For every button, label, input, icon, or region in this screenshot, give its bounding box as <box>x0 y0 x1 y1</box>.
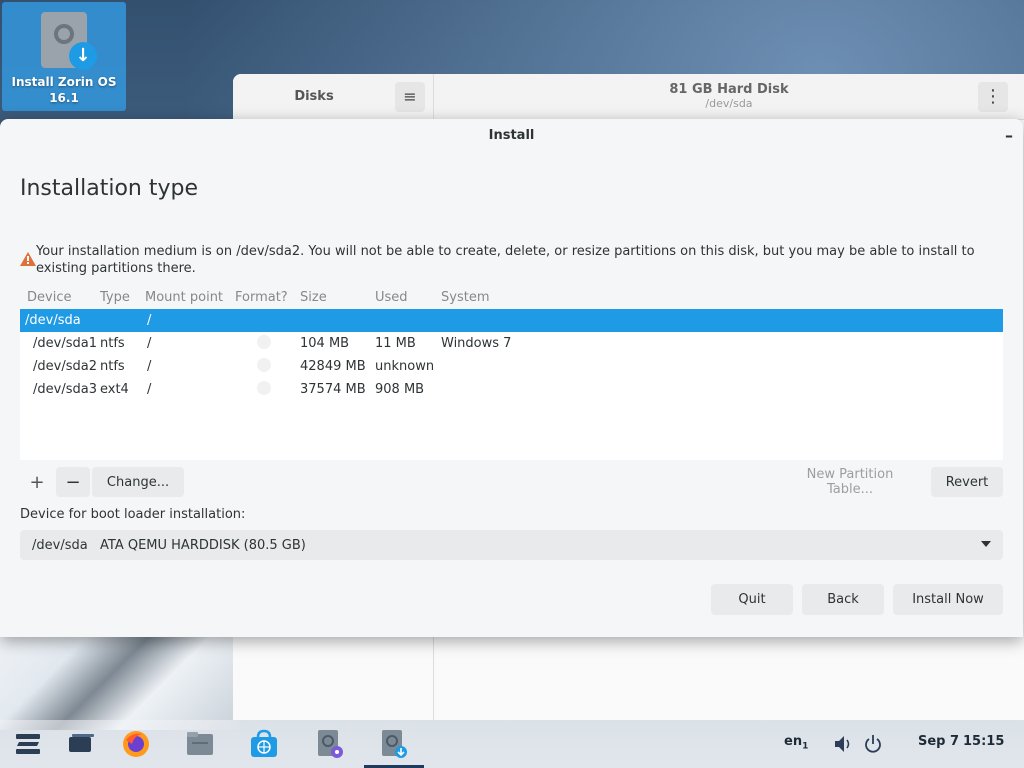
change-partition-button[interactable]: Change... <box>92 467 184 497</box>
format-checkbox[interactable] <box>257 357 271 372</box>
boot-device-description: ATA QEMU HARDDISK (80.5 GB) <box>100 537 306 553</box>
power-icon[interactable] <box>862 732 884 756</box>
row-device: /dev/sda3 <box>33 382 97 397</box>
hamburger-menu-icon[interactable]: ≡ <box>395 81 425 112</box>
warning-message: Your installation medium is on /dev/sda2… <box>20 243 1000 277</box>
partition-table: Device Type Mount point Format? Size Use… <box>20 285 1003 460</box>
window-title: Install <box>488 128 535 143</box>
row-type: ntfs <box>100 359 125 374</box>
clock-date[interactable]: Sep 7 <box>918 734 959 749</box>
page-title: Installation type <box>20 176 198 201</box>
add-partition-button[interactable]: + <box>20 467 54 497</box>
row-used: 908 MB <box>375 382 425 397</box>
column-header-format[interactable]: Format? <box>235 290 300 305</box>
installer-app-icon[interactable] <box>364 728 424 768</box>
row-mount: / <box>147 359 152 374</box>
keyboard-layout-indicator[interactable]: en1 <box>784 734 808 752</box>
row-format <box>239 357 300 376</box>
disks-app-icon[interactable] <box>314 728 346 760</box>
row-type: ntfs <box>100 336 125 351</box>
row-format <box>239 380 300 399</box>
dropdown-arrow-icon <box>981 541 991 547</box>
firefox-icon[interactable] <box>120 728 152 760</box>
disks-header: Disks ≡ 81 GB Hard Disk /dev/sda ⋮ <box>233 74 1024 120</box>
table-row[interactable]: /dev/sda2 ntfs / 42849 MB unknown <box>20 355 1003 378</box>
new-partition-table-button[interactable]: New Partition Table... <box>775 467 925 497</box>
table-header: Device Type Mount point Format? Size Use… <box>20 285 1003 309</box>
boot-loader-label: Device for boot loader installation: <box>20 507 246 522</box>
quit-button[interactable]: Quit <box>711 584 793 615</box>
column-header-used[interactable]: Used <box>375 290 441 305</box>
zorin-menu-icon[interactable] <box>12 728 44 760</box>
row-format <box>239 334 300 353</box>
row-device: /dev/sda1 <box>33 336 97 351</box>
volume-icon[interactable] <box>832 732 854 756</box>
files-icon[interactable] <box>184 728 216 760</box>
disks-main-header: 81 GB Hard Disk /dev/sda ⋮ <box>434 74 1024 119</box>
revert-button[interactable]: Revert <box>931 467 1003 497</box>
software-store-icon[interactable] <box>248 728 280 760</box>
remove-partition-button[interactable]: − <box>56 467 90 497</box>
row-mount: / <box>147 313 152 328</box>
kebab-menu-icon[interactable]: ⋮ <box>978 82 1008 112</box>
install-now-button[interactable]: Install Now <box>893 584 1003 615</box>
dialog-buttons: Quit Back Install Now <box>711 584 1003 615</box>
disk-subtitle: /dev/sda <box>705 97 753 110</box>
row-device: /dev/sda <box>25 313 81 328</box>
table-row[interactable]: /dev/sda1 ntfs / 104 MB 11 MB Windows 7 <box>20 332 1003 355</box>
row-size: 37574 MB <box>300 382 366 397</box>
keyboard-layout-sub: 1 <box>802 741 809 752</box>
clock-time[interactable]: 15:15 <box>963 734 1004 749</box>
desktop-icon-label: Install Zorin OS 16.1 <box>11 75 117 105</box>
minimize-icon[interactable]: – <box>1005 119 1013 153</box>
warning-icon <box>20 252 36 266</box>
row-type: ext4 <box>100 382 129 397</box>
row-mount: / <box>147 382 152 397</box>
column-header-device[interactable]: Device <box>20 290 100 305</box>
column-header-size[interactable]: Size <box>300 290 375 305</box>
install-window: Install – Installation type Your install… <box>0 119 1023 637</box>
download-arrow-icon: ↓ <box>69 42 97 70</box>
format-checkbox[interactable] <box>257 334 271 349</box>
desktop-icon-install-zorin[interactable]: ↓ Install Zorin OS 16.1 <box>2 2 126 111</box>
column-header-type[interactable]: Type <box>100 290 145 305</box>
install-titlebar: Install – <box>0 119 1023 153</box>
row-mount: / <box>147 336 152 351</box>
row-used: unknown <box>375 359 435 374</box>
format-checkbox[interactable] <box>257 380 271 395</box>
disks-sidebar-title: Disks <box>294 89 334 104</box>
disks-sidebar-header: Disks ≡ <box>233 74 434 119</box>
disk-title: 81 GB Hard Disk <box>669 82 789 97</box>
table-row[interactable]: /dev/sda3 ext4 / 37574 MB 908 MB <box>20 378 1003 401</box>
boot-loader-select[interactable]: /dev/sda ATA QEMU HARDDISK (80.5 GB) <box>20 530 1003 560</box>
row-size: 42849 MB <box>300 359 366 374</box>
column-header-system[interactable]: System <box>441 290 1003 305</box>
warning-text: Your installation medium is on /dev/sda2… <box>36 244 975 276</box>
taskbar: en1 Sep 7 15:15 <box>0 720 1024 768</box>
workspaces-icon[interactable] <box>65 728 97 760</box>
partition-toolbar: + − Change... New Partition Table... Rev… <box>20 467 1003 497</box>
row-device: /dev/sda2 <box>33 359 97 374</box>
keyboard-layout-text: en <box>784 734 803 749</box>
row-size: 104 MB <box>300 336 350 351</box>
table-row[interactable]: /dev/sda / <box>20 309 1003 332</box>
back-button[interactable]: Back <box>802 584 884 615</box>
boot-device: /dev/sda <box>32 537 88 553</box>
column-header-mount[interactable]: Mount point <box>145 290 235 305</box>
row-used: 11 MB <box>375 336 416 351</box>
row-system: Windows 7 <box>441 336 512 351</box>
install-disk-icon: ↓ <box>41 12 97 70</box>
